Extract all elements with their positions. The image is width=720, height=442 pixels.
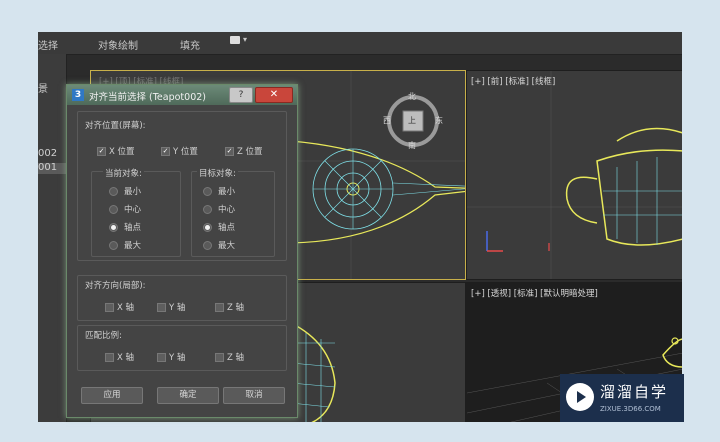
viewcube-top-face[interactable]: 上 [408,115,416,126]
scene-label: 景 [38,84,48,95]
z-position-checkbox[interactable]: ✓ Z 位置 [225,145,263,157]
viewport-front[interactable]: [+] [前] [标准] [线框] [466,70,682,280]
scale-z-checkbox[interactable]: Z 轴 [215,351,244,363]
scene-item-teapot002[interactable]: 002 [38,148,57,159]
viewcube-north[interactable]: 北 [408,91,416,102]
target-object-title: 目标对象: [197,167,238,179]
camera-icon[interactable] [230,36,240,44]
current-object-title: 当前对象: [103,167,144,179]
orient-z-checkbox[interactable]: Z 轴 [215,301,244,313]
menu-fill[interactable]: 填充 [180,37,200,52]
current-min-radio[interactable]: 最小 [109,185,141,197]
play-logo-icon [566,383,594,411]
watermark-brand: 溜溜自学 [600,383,669,401]
current-pivot-radio[interactable]: 轴点 [109,221,141,233]
x-position-checkbox[interactable]: ✓ X 位置 [97,145,135,157]
checkmark-icon: ✓ [225,147,234,156]
checkmark-icon: ✓ [97,147,106,156]
ok-button[interactable]: 确定 [157,387,219,404]
current-center-radio[interactable]: 中心 [109,203,141,215]
dialog-title-bar[interactable]: 3 对齐当前选择 (Teapot002) ? ✕ [67,85,297,105]
help-button[interactable]: ? [229,87,253,103]
target-min-radio[interactable]: 最小 [203,185,235,197]
menu-bar: 选择 对象绘制 填充 ▾ [38,32,682,55]
chevron-down-icon[interactable]: ▾ [243,35,247,44]
apply-button[interactable]: 应用 [81,387,143,404]
target-max-radio[interactable]: 最大 [203,239,235,251]
viewcube[interactable]: 北 西 东 南 上 [383,91,443,151]
watermark-url: ZIXUE.3D66.COM [600,405,661,413]
dialog-title: 对齐当前选择 (Teapot002) [89,92,206,103]
align-orientation-title: 对齐方向(局部): [85,281,146,291]
scene-item-teapot001[interactable]: 001 [38,162,57,173]
scale-x-checkbox[interactable]: X 轴 [105,351,134,363]
target-pivot-radio[interactable]: 轴点 [203,221,235,233]
orient-x-checkbox[interactable]: X 轴 [105,301,134,313]
close-button[interactable]: ✕ [255,87,293,103]
align-selection-dialog: 3 对齐当前选择 (Teapot002) ? ✕ 对齐位置(屏幕): ✓ X 位置… [66,84,298,418]
app-icon: 3 [72,89,84,101]
y-position-checkbox[interactable]: ✓ Y 位置 [161,145,198,157]
current-max-radio[interactable]: 最大 [109,239,141,251]
align-position-title: 对齐位置(屏幕): [85,121,146,131]
menu-select[interactable]: 选择 [38,37,58,52]
checkmark-icon: ✓ [161,147,170,156]
viewcube-east[interactable]: 东 [435,115,443,126]
menu-object-paint[interactable]: 对象绘制 [98,37,138,52]
target-center-radio[interactable]: 中心 [203,203,235,215]
scene-explorer-panel: 景 002 001 [38,54,67,422]
viewcube-south[interactable]: 南 [408,140,416,151]
viewcube-west[interactable]: 西 [383,115,391,126]
watermark: 溜溜自学 ZIXUE.3D66.COM [560,374,684,422]
scale-y-checkbox[interactable]: Y 轴 [157,351,185,363]
teapot-front-wireframe [467,71,682,279]
match-scale-title: 匹配比例: [85,331,122,341]
cancel-button[interactable]: 取消 [223,387,285,404]
orient-y-checkbox[interactable]: Y 轴 [157,301,185,313]
